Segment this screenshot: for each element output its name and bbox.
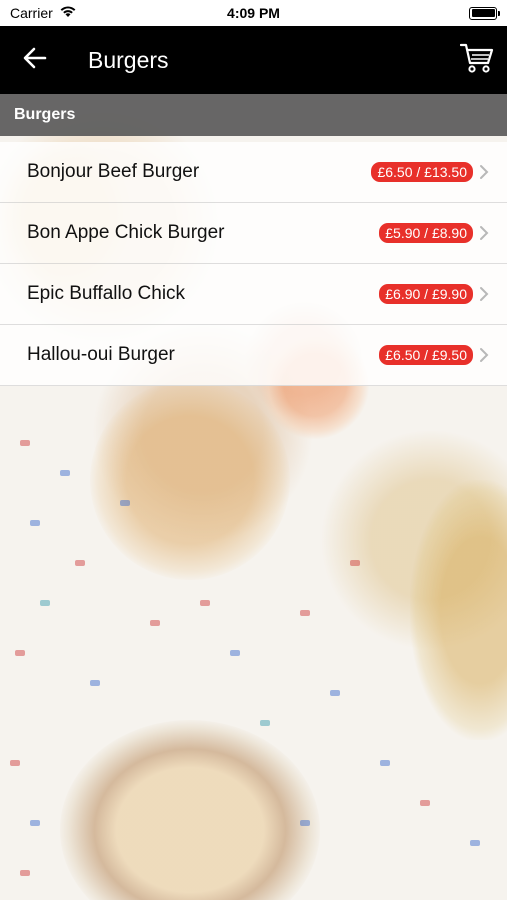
navigation-bar: Burgers [0, 26, 507, 94]
section-header: Burgers [0, 94, 507, 136]
status-left: Carrier [10, 5, 77, 21]
wifi-icon [59, 5, 77, 21]
menu-list: Bonjour Beef Burger £6.50 / £13.50 Bon A… [0, 142, 507, 386]
price-badge: £6.50 / £13.50 [371, 162, 473, 182]
cart-icon [459, 42, 494, 79]
chevron-right-icon [479, 286, 489, 302]
list-item[interactable]: Bonjour Beef Burger £6.50 / £13.50 [0, 142, 507, 203]
list-item[interactable]: Bon Appe Chick Burger £5.90 / £8.90 [0, 203, 507, 264]
page-title: Burgers [88, 46, 169, 73]
list-item[interactable]: Epic Buffallo Chick £6.90 / £9.90 [0, 264, 507, 325]
carrier-label: Carrier [10, 5, 53, 21]
chevron-right-icon [479, 347, 489, 363]
item-name: Bon Appe Chick Burger [27, 222, 225, 243]
chevron-right-icon [479, 225, 489, 241]
list-item[interactable]: Hallou-oui Burger £6.50 / £9.50 [0, 325, 507, 386]
back-button[interactable] [0, 26, 70, 94]
battery-icon [469, 6, 500, 20]
price-badge: £6.90 / £9.90 [379, 284, 473, 304]
arrow-left-icon [23, 47, 47, 74]
price-badge: £5.90 / £8.90 [379, 223, 473, 243]
item-name: Hallou-oui Burger [27, 344, 175, 365]
section-title: Burgers [14, 106, 76, 123]
item-name: Bonjour Beef Burger [27, 161, 200, 182]
status-bar: Carrier 4:09 PM [0, 0, 507, 26]
item-name: Epic Buffallo Chick [27, 283, 186, 304]
chevron-right-icon [479, 164, 489, 180]
cart-button[interactable] [447, 26, 507, 94]
price-badge: £6.50 / £9.50 [379, 345, 473, 365]
